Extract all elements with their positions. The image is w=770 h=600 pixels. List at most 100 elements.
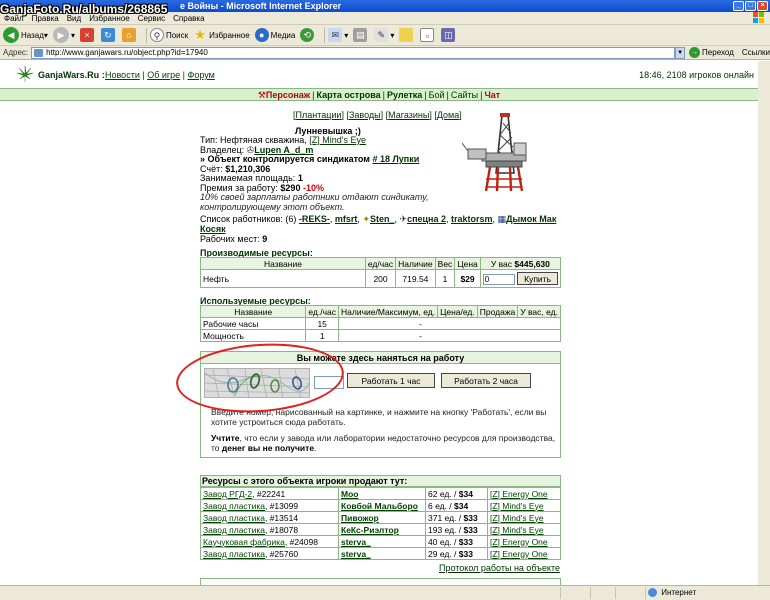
object-subnav: [Плантации] [Заводы] [Магазины] [Дома] xyxy=(293,110,462,120)
subnav-factories[interactable]: Заводы xyxy=(349,110,381,120)
search-button[interactable]: ⚲ Поиск xyxy=(149,28,188,42)
forward-button[interactable]: ▶ ▾ xyxy=(52,27,75,43)
nav-sites-link[interactable]: Сайты xyxy=(451,90,478,100)
flag-icon: ▦ xyxy=(497,214,507,224)
media-icon: ● xyxy=(254,28,269,42)
go-button[interactable]: → Переход xyxy=(689,47,734,58)
site-nav: Новости | Об игре | Форум xyxy=(105,70,215,80)
subnav-houses[interactable]: Дома xyxy=(437,110,459,120)
table-row: Нефть 200 719.54 1 $29 Купить xyxy=(200,269,562,288)
work-protocol-link[interactable]: Протокол работы на объекте xyxy=(439,563,560,573)
nav-news-link[interactable]: Новости xyxy=(105,70,140,80)
close-button[interactable]: × xyxy=(757,1,768,11)
history-icon: ⟲ xyxy=(300,28,315,42)
home-button[interactable]: ⌂ xyxy=(121,28,138,42)
online-status: 18:46, 2108 игроков онлайн xyxy=(639,70,754,80)
seller-link[interactable]: Пивожор xyxy=(341,513,379,523)
print-icon: ▤ xyxy=(353,28,368,42)
worker-link[interactable]: спецна 2 xyxy=(407,214,446,224)
buy-quantity-input[interactable] xyxy=(482,273,515,285)
stop-button[interactable]: × xyxy=(79,28,96,42)
table-row: Завод пластика, #13099 Ковбой Мальборо 6… xyxy=(200,499,561,512)
oil-rig-image xyxy=(461,113,534,193)
nav-about-link[interactable]: Об игре xyxy=(147,70,180,80)
table-row: Завод пластика, #25760 sterva_ 29 ед. / … xyxy=(200,547,561,560)
worker-link[interactable]: -REKS- xyxy=(299,214,330,224)
menu-help[interactable]: Справка xyxy=(169,14,208,23)
nav-battle-link[interactable]: Бой xyxy=(429,90,445,100)
table-row: Завод пластика, #18078 КеКс-Риэлтор 193 … xyxy=(200,523,561,536)
folder-button[interactable] xyxy=(399,28,415,42)
windows-logo-icon xyxy=(752,12,766,25)
nav-chat-link[interactable]: Чат xyxy=(484,90,500,100)
address-bar: Адрес: http://www.ganjawars.ru/object.ph… xyxy=(0,46,770,60)
seller-place-link[interactable]: Каучуковая фабрика xyxy=(203,537,285,547)
seller-syndicate-link[interactable]: [Z] Energy One xyxy=(490,489,548,499)
subnav-plantations[interactable]: Плантации xyxy=(296,110,342,120)
worker-icon: ✈ xyxy=(399,214,408,224)
back-button[interactable]: ◀ Назад ▾ xyxy=(3,27,48,43)
maximize-button[interactable]: □ xyxy=(745,1,756,11)
refresh-button[interactable]: ↻ xyxy=(100,28,117,42)
work-2-hours-button[interactable]: Работать 2 часа xyxy=(441,373,531,388)
back-arrow-icon: ◀ xyxy=(3,27,19,43)
research-button[interactable]: ◫ xyxy=(441,28,457,42)
type-syndicate-link[interactable]: [Z] Mind's Eye xyxy=(309,135,366,145)
nav-character-link[interactable]: Персонаж xyxy=(266,90,310,100)
mail-icon: ✉ xyxy=(328,28,343,42)
seller-link[interactable]: Ковбой Мальборо xyxy=(341,501,418,511)
watermark: GanjaFoto.Ru/albums/268865 xyxy=(0,2,168,16)
worker-link[interactable]: Sten_ xyxy=(370,214,395,224)
media-button[interactable]: ● Медиа xyxy=(254,28,295,42)
worker-link[interactable]: traktorsm xyxy=(451,214,493,224)
address-label: Адрес: xyxy=(3,48,29,57)
print-button[interactable]: ▤ xyxy=(353,28,369,42)
address-dropdown-icon[interactable]: ▼ xyxy=(675,46,686,59)
table-row: Завод пластика, #13514 Пивожор 371 ед. /… xyxy=(200,511,561,524)
buy-button[interactable]: Купить xyxy=(517,272,558,285)
history-button[interactable]: ⟲ xyxy=(300,28,316,42)
seller-syndicate-link[interactable]: [Z] Energy One xyxy=(490,537,548,547)
page-content: GanjaWars.Ru : Новости | Об игре | Форум… xyxy=(0,61,770,585)
seller-place-link[interactable]: Завод РГД-2 xyxy=(203,489,252,499)
bottom-panel xyxy=(200,578,561,585)
favorites-button[interactable]: ★ Избранное xyxy=(193,27,249,42)
subnav-shops[interactable]: Магазины xyxy=(388,110,429,120)
hire-instructions: Введите номер, нарисованный на картинке,… xyxy=(211,407,556,453)
folder-icon xyxy=(399,28,414,42)
seller-link[interactable]: Moo xyxy=(341,489,358,499)
seller-syndicate-link[interactable]: [Z] Mind's Eye xyxy=(490,513,544,523)
status-bar: Интернет xyxy=(0,585,770,600)
address-input[interactable]: http://www.ganjawars.ru/object.php?id=17… xyxy=(31,46,676,59)
seller-place-link[interactable]: Завод пластика xyxy=(203,513,265,523)
seller-link[interactable]: sterva_ xyxy=(341,549,371,559)
links-button[interactable]: Ссылки xyxy=(742,48,770,57)
produced-table: Название ед/час Наличие Вес Цена У вас $… xyxy=(200,257,562,288)
window-title: е Войны - Microsoft Internet Explorer xyxy=(180,1,342,11)
seller-syndicate-link[interactable]: [Z] Mind's Eye xyxy=(490,501,544,511)
syndicate-link[interactable]: # 18 Лупки xyxy=(372,154,419,164)
mail-button[interactable]: ✉ ▾ xyxy=(328,28,348,42)
sellers-title: Ресурсы с этого объекта игроки продают т… xyxy=(200,475,561,487)
work-1-hour-button[interactable]: Работать 1 час xyxy=(347,373,435,388)
site-name[interactable]: GanjaWars.Ru : xyxy=(38,70,105,80)
refresh-icon: ↻ xyxy=(100,28,115,42)
seller-syndicate-link[interactable]: [Z] Energy One xyxy=(490,549,548,559)
edit-button[interactable]: ✎ ▾ xyxy=(374,28,394,42)
seller-place-link[interactable]: Завод пластика xyxy=(203,525,265,535)
nav-map-link[interactable]: Карта острова xyxy=(317,90,381,100)
seller-link[interactable]: КеКс-Риэлтор xyxy=(341,525,399,535)
nav-roulette-link[interactable]: Рулетка xyxy=(387,90,422,100)
messenger-button[interactable]: ▫ xyxy=(420,28,436,42)
star-icon: ★ xyxy=(194,27,206,42)
workers-list: Список работников: (6) -REKS-, mfsrt, ✦S… xyxy=(200,214,557,244)
owner-link[interactable]: Lupen A_d_m xyxy=(254,145,313,155)
seller-link[interactable]: sterva_ xyxy=(341,537,371,547)
seller-place-link[interactable]: Завод пластика xyxy=(203,501,265,511)
worker-link[interactable]: mfsrt xyxy=(335,214,358,224)
nav-forum-link[interactable]: Форум xyxy=(188,70,215,80)
seller-place-link[interactable]: Завод пластика xyxy=(203,549,265,559)
minimize-button[interactable]: _ xyxy=(733,1,744,11)
seller-syndicate-link[interactable]: [Z] Mind's Eye xyxy=(490,525,544,535)
used-table: Название ед./час Наличие/Максимум, ед. Ц… xyxy=(199,305,561,342)
